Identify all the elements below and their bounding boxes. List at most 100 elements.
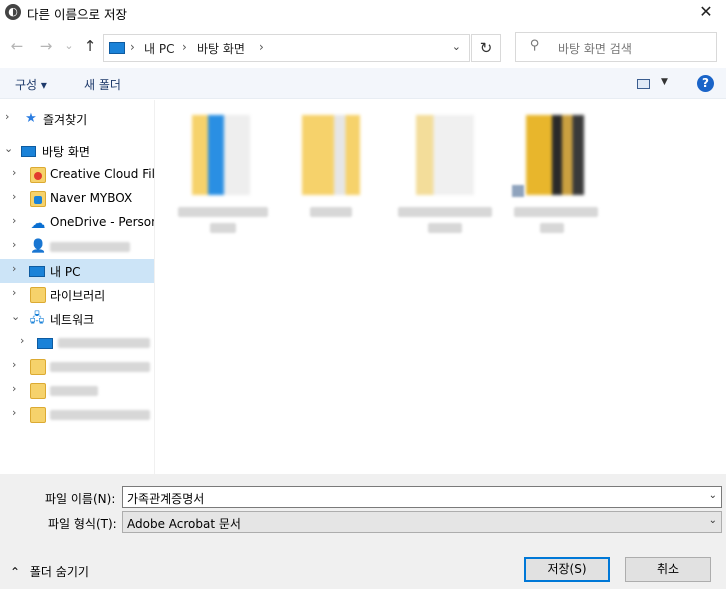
title-bar: ◐ 다른 이름으로 저장 ✕ bbox=[0, 0, 726, 26]
library-icon bbox=[30, 287, 46, 303]
command-toolbar: 구성 ▾ 새 폴더 ▼ ? bbox=[0, 68, 726, 99]
view-options-icon[interactable] bbox=[637, 79, 650, 89]
view-options-dropdown[interactable]: ▼ bbox=[661, 77, 668, 87]
chevron-down-icon[interactable]: ⌄ bbox=[709, 490, 717, 501]
sidebar-item-label: 내 PC bbox=[50, 265, 81, 279]
sidebar-item-network[interactable]: ⌄ 🖧 네트워크 bbox=[0, 307, 154, 331]
folder-icon bbox=[416, 115, 474, 195]
sidebar-item-desktop[interactable]: ⌄ 바탕 화면 bbox=[0, 139, 154, 163]
window-title: 다른 이름으로 저장 bbox=[27, 7, 127, 22]
recent-locations-button[interactable]: ⌄ bbox=[59, 39, 79, 52]
shortcut-file-icon bbox=[526, 115, 584, 195]
chevron-down-icon[interactable]: ⌄ bbox=[4, 142, 13, 155]
organize-menu-button[interactable]: 구성 ▾ bbox=[15, 76, 47, 93]
navigation-pane: › ★ 즐겨찾기 ⌄ 바탕 화면 › Creative Cloud Files … bbox=[0, 100, 155, 474]
folder-icon bbox=[30, 407, 46, 423]
desktop-icon bbox=[21, 146, 36, 157]
filename-field[interactable]: 가족관계증명서 ⌄ bbox=[122, 486, 722, 508]
sidebar-item-favorites[interactable]: › ★ 즐겨찾기 bbox=[0, 107, 154, 131]
star-icon: ★ bbox=[25, 111, 37, 126]
filetype-value: Adobe Acrobat 문서 bbox=[127, 517, 241, 531]
filename-label: 파일 이름(N): bbox=[45, 492, 116, 506]
redacted-text bbox=[50, 410, 150, 420]
folder-icon bbox=[30, 383, 46, 399]
chevron-right-icon[interactable]: › bbox=[20, 334, 24, 347]
chevron-right-icon[interactable]: › bbox=[12, 406, 16, 419]
breadcrumb-separator: › bbox=[130, 40, 135, 54]
sidebar-item-folder[interactable]: › bbox=[0, 355, 154, 379]
chevron-right-icon[interactable]: › bbox=[12, 166, 16, 179]
onedrive-icon: ☁ bbox=[30, 214, 46, 232]
chevron-up-icon: ⌃ bbox=[10, 565, 21, 579]
sidebar-item-label: 라이브러리 bbox=[50, 289, 106, 303]
sidebar-item-label: 바탕 화면 bbox=[42, 145, 90, 159]
address-bar[interactable]: › 내 PC › 바탕 화면 › ⌄ bbox=[103, 34, 470, 62]
sidebar-item-label: Naver MYBOX bbox=[50, 191, 133, 205]
sidebar-item-my-pc[interactable]: › 내 PC bbox=[0, 259, 154, 283]
sidebar-item-onedrive[interactable]: › ☁ OneDrive - Personal bbox=[0, 211, 154, 235]
hide-folders-button[interactable]: ⌃ 폴더 숨기기 bbox=[10, 563, 89, 580]
new-folder-button[interactable]: 새 폴더 bbox=[84, 76, 121, 93]
breadcrumb-item-my-pc[interactable]: 내 PC bbox=[144, 40, 174, 57]
search-input[interactable]: ⚲ 바탕 화면 검색 bbox=[515, 32, 717, 62]
redacted-text bbox=[540, 223, 564, 233]
chevron-down-icon[interactable]: ⌄ bbox=[452, 40, 461, 53]
sidebar-item-folder[interactable]: › bbox=[0, 379, 154, 403]
sidebar-item-label: Creative Cloud Files bbox=[50, 167, 155, 181]
refresh-button[interactable]: ↻ bbox=[471, 34, 501, 62]
folder-with-document-icon bbox=[192, 115, 250, 195]
sidebar-item-user[interactable]: › 👤 bbox=[0, 235, 154, 259]
save-button[interactable]: 저장(S) bbox=[524, 557, 610, 582]
chevron-down-icon[interactable]: ⌄ bbox=[11, 310, 20, 323]
redacted-text bbox=[58, 338, 150, 348]
redacted-text bbox=[50, 386, 98, 396]
hide-folders-label: 폴더 숨기기 bbox=[29, 565, 89, 579]
cancel-button[interactable]: 취소 bbox=[625, 557, 711, 582]
sidebar-item-naver-mybox[interactable]: › Naver MYBOX bbox=[0, 187, 154, 211]
close-button[interactable]: ✕ bbox=[686, 0, 726, 26]
naver-mybox-icon bbox=[30, 191, 46, 207]
sidebar-item-network-computer[interactable]: › bbox=[0, 331, 154, 355]
redacted-text bbox=[178, 207, 268, 217]
sidebar-item-libraries[interactable]: › 라이브러리 bbox=[0, 283, 154, 307]
chevron-right-icon[interactable]: › bbox=[12, 190, 16, 203]
back-button[interactable]: ← bbox=[7, 37, 27, 55]
filetype-select[interactable]: Adobe Acrobat 문서 ⌄ bbox=[122, 511, 722, 533]
chevron-right-icon[interactable]: › bbox=[12, 286, 16, 299]
sidebar-item-label: 네트워크 bbox=[50, 313, 95, 327]
folder-icon bbox=[30, 359, 46, 375]
chevron-right-icon[interactable]: › bbox=[12, 214, 16, 227]
up-button[interactable]: ↑ bbox=[80, 37, 100, 55]
sidebar-item-label: 즐겨찾기 bbox=[43, 113, 88, 127]
user-icon: 👤 bbox=[30, 239, 47, 254]
redacted-text bbox=[398, 207, 492, 217]
redacted-text bbox=[514, 207, 598, 217]
chevron-right-icon[interactable]: › bbox=[5, 110, 9, 123]
forward-button[interactable]: → bbox=[36, 37, 56, 55]
redacted-text bbox=[50, 242, 130, 252]
sidebar-item-folder[interactable]: › bbox=[0, 403, 154, 427]
network-icon: 🖧 bbox=[29, 311, 45, 326]
file-item[interactable] bbox=[504, 115, 604, 235]
pc-icon bbox=[29, 266, 45, 277]
redacted-text bbox=[210, 223, 236, 233]
redacted-text bbox=[310, 207, 352, 217]
search-icon: ⚲ bbox=[530, 38, 540, 53]
computer-icon bbox=[37, 338, 53, 349]
file-item[interactable] bbox=[280, 115, 380, 235]
file-list-view[interactable] bbox=[156, 100, 726, 474]
folder-icon bbox=[302, 115, 360, 195]
sidebar-item-creative-cloud[interactable]: › Creative Cloud Files bbox=[0, 163, 155, 187]
file-item[interactable] bbox=[170, 115, 270, 235]
chevron-down-icon[interactable]: ⌄ bbox=[709, 515, 717, 526]
chevron-right-icon[interactable]: › bbox=[12, 262, 16, 275]
file-item[interactable] bbox=[394, 115, 494, 235]
chevron-right-icon[interactable]: › bbox=[12, 382, 16, 395]
save-form: 파일 이름(N): 가족관계증명서 ⌄ 파일 형식(T): Adobe Acro… bbox=[0, 474, 726, 589]
help-icon[interactable]: ? bbox=[697, 75, 714, 92]
breadcrumb-item-desktop[interactable]: 바탕 화면 bbox=[197, 40, 245, 57]
chevron-right-icon[interactable]: › bbox=[12, 238, 16, 251]
navigation-bar: ← → ⌄ ↑ › 내 PC › 바탕 화면 › ⌄ ↻ ⚲ 바탕 화면 검색 bbox=[0, 26, 726, 68]
chevron-right-icon[interactable]: › bbox=[12, 358, 16, 371]
breadcrumb-separator: › bbox=[182, 40, 187, 54]
